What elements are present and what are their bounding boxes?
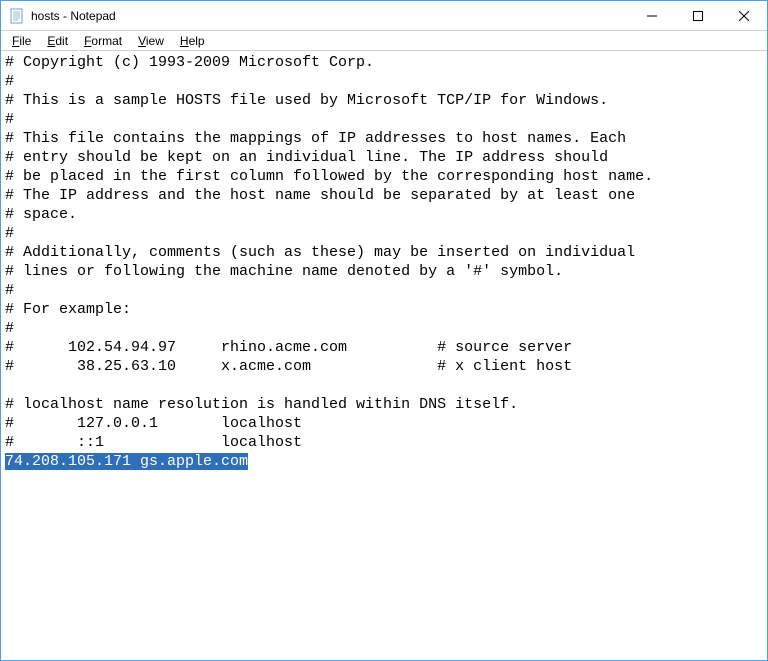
notepad-window: hosts - Notepad File Edit Format View He… (0, 0, 768, 661)
menu-format[interactable]: Format (77, 33, 129, 49)
menu-help-rest: elp (189, 34, 205, 48)
notepad-app-icon (9, 8, 25, 24)
menu-edit[interactable]: Edit (40, 33, 75, 49)
menu-file[interactable]: File (5, 33, 38, 49)
titlebar[interactable]: hosts - Notepad (1, 1, 767, 31)
menu-view-rest: iew (146, 34, 164, 48)
window-title: hosts - Notepad (31, 9, 116, 23)
window-controls (629, 1, 767, 30)
selected-text[interactable]: 74.208.105.171 gs.apple.com (5, 453, 248, 470)
menu-edit-rest: dit (55, 34, 68, 48)
text-editor[interactable]: # Copyright (c) 1993-2009 Microsoft Corp… (1, 51, 767, 660)
menu-format-rest: ormat (91, 34, 122, 48)
menu-view[interactable]: View (131, 33, 171, 49)
menu-help[interactable]: Help (173, 33, 212, 49)
menu-file-rest: ile (19, 34, 31, 48)
minimize-button[interactable] (629, 1, 675, 30)
menubar: File Edit Format View Help (1, 31, 767, 51)
maximize-button[interactable] (675, 1, 721, 30)
close-button[interactable] (721, 1, 767, 30)
